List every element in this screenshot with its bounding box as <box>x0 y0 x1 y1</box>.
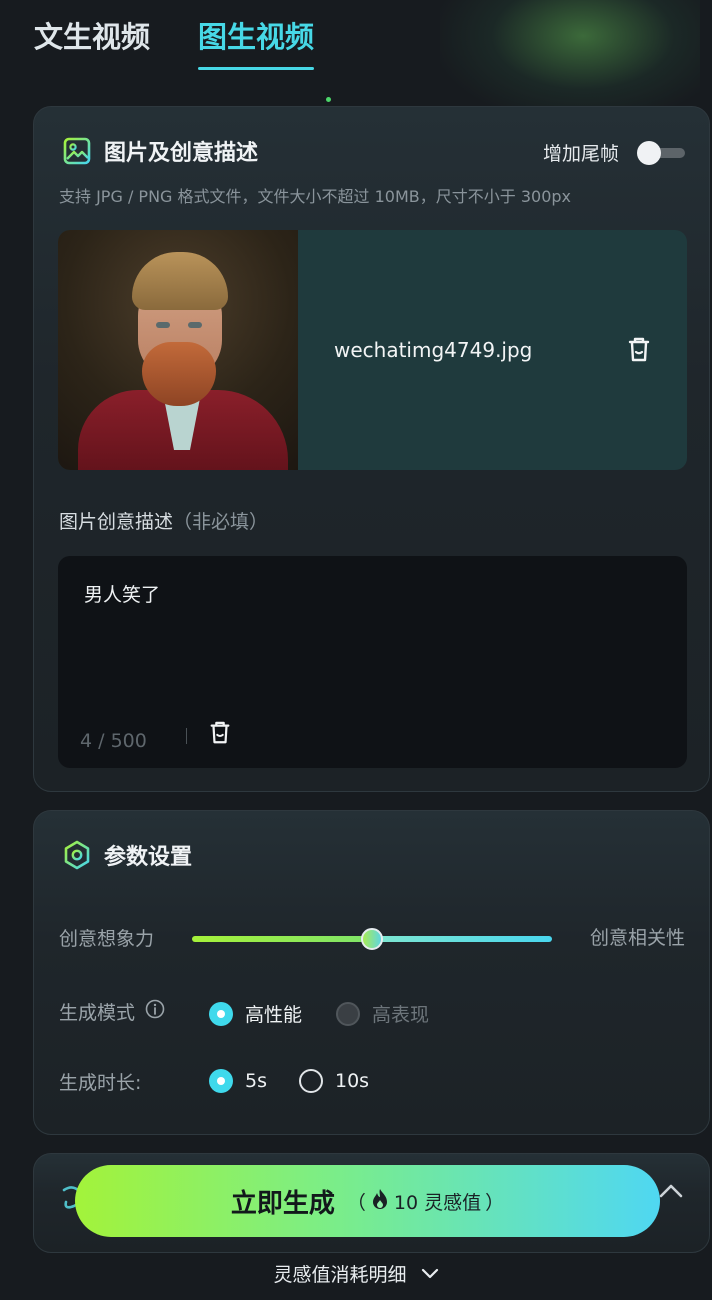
cost-close-paren: ） <box>485 1191 505 1214</box>
duration-option-5s[interactable]: 5s <box>209 1069 267 1093</box>
description-text: 男人笑了 <box>84 584 161 606</box>
duration-option-label: 10s <box>335 1070 370 1092</box>
duration-label: 生成时长: <box>59 1072 142 1094</box>
chevron-up-icon[interactable] <box>658 1182 684 1204</box>
generate-cost: （ 10 灵感值 ） <box>347 1188 504 1215</box>
hexagon-settings-icon <box>62 840 92 870</box>
creativity-slider[interactable] <box>192 928 552 950</box>
mode-options: 高性能 高表现 <box>209 1000 429 1027</box>
radio-disabled-icon <box>336 1001 361 1026</box>
upload-hint: 支持 JPG / PNG 格式文件，文件大小不超过 10MB，尺寸不小于 300… <box>59 187 571 206</box>
mode-option-label: 高性能 <box>245 1004 303 1026</box>
slider-track-left <box>192 936 372 942</box>
description-textarea[interactable]: 男人笑了 4 / 500 <box>58 556 687 768</box>
mode-tabs: 文生视频 图生视频 <box>34 0 315 72</box>
tail-frame-control: 增加尾帧 <box>543 139 685 166</box>
description-label-text: 图片创意描述 <box>59 511 174 533</box>
generate-button-label: 立即生成 <box>230 1188 335 1219</box>
image-section-header: 图片及创意描述 <box>62 135 258 167</box>
image-section-title: 图片及创意描述 <box>104 141 259 166</box>
mode-option-high-performance[interactable]: 高性能 <box>209 1000 302 1027</box>
image-description-card: 图片及创意描述 增加尾帧 支持 JPG / PNG 格式文件，文件大小不超过 1… <box>33 106 710 792</box>
mode-option-high-quality[interactable]: 高表现 <box>336 1000 429 1027</box>
cost-details-label: 灵感值消耗明细 <box>273 1264 407 1286</box>
cost-value: 10 灵感值 <box>393 1191 482 1214</box>
counter-divider <box>186 728 187 744</box>
background-glow <box>440 0 700 120</box>
description-optional-text: （非必填） <box>173 511 269 533</box>
tab-text-to-video[interactable]: 文生视频 <box>34 0 150 72</box>
background-dot <box>326 97 331 102</box>
slider-track-right <box>372 936 552 942</box>
image-icon <box>62 136 92 166</box>
slider-right-label: 创意相关性 <box>589 927 685 949</box>
tab-image-to-video[interactable]: 图生视频 <box>198 0 315 72</box>
mode-row-label: 生成模式 <box>59 998 165 1025</box>
clear-text-icon[interactable] <box>208 720 232 750</box>
toggle-knob <box>637 140 661 165</box>
radio-selected-icon <box>209 1069 233 1093</box>
duration-option-10s[interactable]: 10s <box>299 1069 369 1093</box>
uploaded-image-panel: wechatimg4749.jpg <box>58 230 687 470</box>
chevron-down-icon <box>421 1263 439 1285</box>
cost-details-link[interactable]: 灵感值消耗明细 <box>0 1260 712 1287</box>
params-section-header: 参数设置 <box>62 839 192 871</box>
slider-left-label: 创意想象力 <box>59 928 155 950</box>
tail-frame-toggle[interactable] <box>637 140 685 166</box>
generate-button[interactable]: 立即生成 （ 10 灵感值 ） <box>75 1165 660 1237</box>
uploaded-filename: wechatimg4749.jpg <box>334 338 533 362</box>
delete-image-icon[interactable] <box>626 336 652 368</box>
parameters-card: 参数设置 创意想象力 创意相关性 生成模式 高性能 高表现 生成时长: 5s 1… <box>33 810 710 1135</box>
duration-options: 5s 10s <box>209 1069 369 1093</box>
cost-open-paren: （ <box>346 1191 366 1214</box>
info-icon[interactable] <box>145 999 165 1024</box>
params-section-title: 参数设置 <box>104 845 193 870</box>
uploaded-image-thumbnail[interactable] <box>58 230 298 470</box>
character-counter: 4 / 500 <box>80 730 147 752</box>
duration-option-label: 5s <box>245 1070 267 1092</box>
tail-frame-label: 增加尾帧 <box>542 143 619 165</box>
flame-icon <box>370 1188 390 1215</box>
radio-selected-icon <box>209 1001 233 1026</box>
mode-option-label: 高表现 <box>372 1004 430 1026</box>
slider-thumb[interactable] <box>361 928 383 950</box>
radio-unselected-icon <box>299 1069 323 1093</box>
mode-label: 生成模式 <box>59 1002 136 1024</box>
description-label: 图片创意描述（非必填） <box>59 507 268 534</box>
